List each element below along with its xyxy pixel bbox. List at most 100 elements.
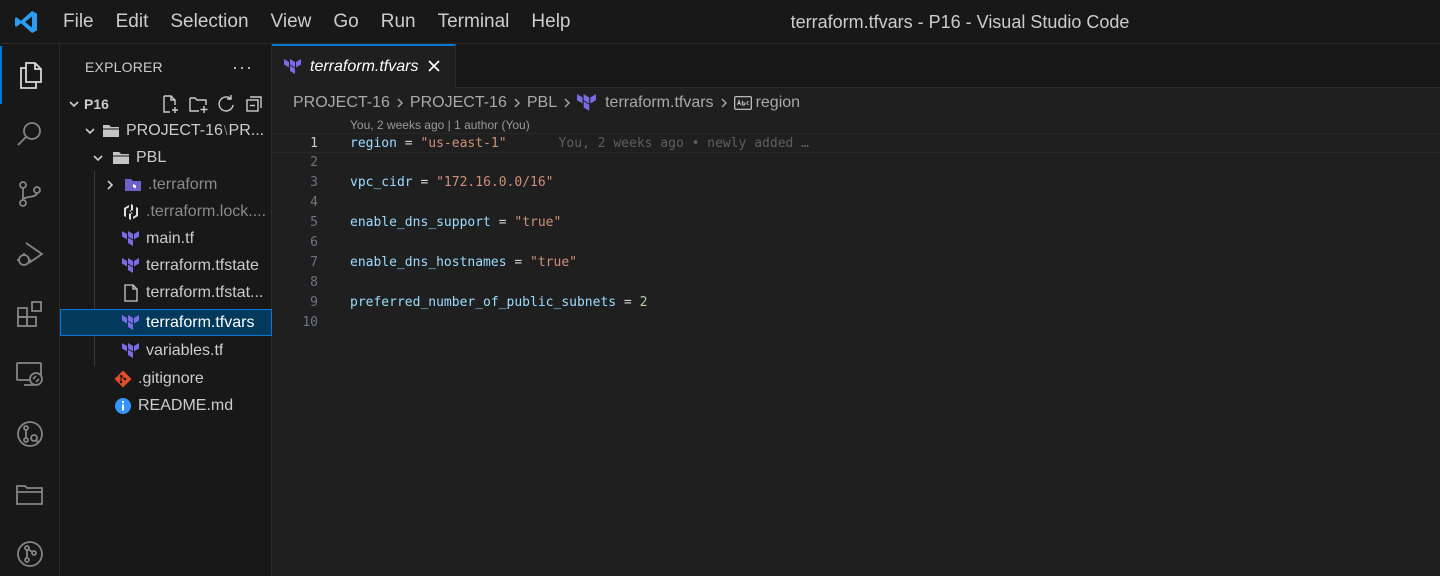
code-content: enable_dns_support = "true" <box>350 215 562 230</box>
file-label: .terraform <box>148 175 218 193</box>
breadcrumb-item[interactable]: PROJECT-16 <box>410 94 507 112</box>
breadcrumb-item[interactable]: PBL <box>527 94 557 112</box>
extensions-icon[interactable] <box>0 285 60 343</box>
file-label: .terraform.lock.... <box>146 202 267 220</box>
new-file-icon[interactable] <box>160 94 180 114</box>
explorer-header: EXPLORER ··· <box>60 44 271 90</box>
code-line[interactable]: 7 enable_dns_hostnames = "true" <box>272 253 1440 273</box>
file-variables-tf[interactable]: variables.tf <box>60 337 272 364</box>
file-label: terraform.tfstate <box>146 256 259 274</box>
terraform-icon <box>284 58 302 76</box>
line-number: 7 <box>310 255 318 270</box>
tab-bar: terraform.tfvars <box>272 44 1440 88</box>
folder-project-16[interactable]: PROJECT-16\PR... <box>60 117 272 144</box>
menu-run[interactable]: Run <box>370 0 427 44</box>
menu-view[interactable]: View <box>260 0 323 44</box>
folder-pbl[interactable]: PBL <box>60 144 272 171</box>
file-label: .gitignore <box>138 369 204 387</box>
more-actions-icon[interactable]: ··· <box>232 57 253 78</box>
code-line[interactable]: 3 vpc_cidr = "172.16.0.0/16" <box>272 173 1440 193</box>
root-folder-label: P16 <box>84 95 109 112</box>
code-content: enable_dns_hostnames = "true" <box>350 255 577 270</box>
chevron-down-icon <box>90 150 106 166</box>
chevron-down-icon <box>66 96 82 112</box>
explorer-title: EXPLORER <box>85 59 163 75</box>
file-terraform-lock[interactable]: .terraform.lock.... <box>60 198 272 225</box>
breadcrumb-file[interactable]: terraform.tfvars <box>577 93 714 113</box>
breadcrumb-symbol[interactable]: region <box>733 94 801 112</box>
line-number: 9 <box>310 295 318 310</box>
string-symbol-icon <box>733 96 752 110</box>
breadcrumb-symbol-label: region <box>755 94 801 111</box>
info-icon <box>114 397 132 415</box>
code-line[interactable]: 2 <box>272 153 1440 173</box>
git-graph-icon[interactable] <box>0 525 60 576</box>
title-bar: File Edit Selection View Go Run Terminal… <box>0 0 1440 44</box>
file-label: terraform.tfvars <box>146 313 255 331</box>
project-folder-label: PROJECT-16\PR... <box>126 121 265 139</box>
line-number: 2 <box>310 155 318 170</box>
line-number: 4 <box>310 195 318 210</box>
chevron-right-icon <box>102 177 118 193</box>
source-control-icon[interactable] <box>0 165 60 223</box>
terraform-icon <box>577 94 596 111</box>
file-icon <box>122 283 140 302</box>
breadcrumb-item[interactable]: PROJECT-16 <box>293 94 390 112</box>
file-main-tf[interactable]: main.tf <box>60 225 272 252</box>
code-content: vpc_cidr = "172.16.0.0/16" <box>350 175 554 190</box>
close-icon[interactable] <box>425 57 443 75</box>
explorer-icon[interactable] <box>0 46 60 104</box>
code-content: preferred_number_of_public_subnets = 2 <box>350 295 648 310</box>
remote-explorer-icon[interactable] <box>0 345 60 403</box>
chevron-down-icon <box>82 123 98 139</box>
folder-p16[interactable]: P16 <box>60 90 272 117</box>
line-number: 3 <box>310 175 318 190</box>
hashicorp-icon <box>122 203 140 221</box>
menu-help[interactable]: Help <box>520 0 581 44</box>
menu-go[interactable]: Go <box>322 0 369 44</box>
code-line[interactable]: 4 <box>272 193 1440 213</box>
code-line[interactable]: 6 <box>272 233 1440 253</box>
code-line[interactable]: 8 <box>272 273 1440 293</box>
run-debug-icon[interactable] <box>0 225 60 283</box>
explorer-sidebar: EXPLORER ··· P16 PROJECT-16\PR... PBL .t… <box>60 44 272 576</box>
line-number: 6 <box>310 235 318 250</box>
code-line[interactable]: 9 preferred_number_of_public_subnets = 2 <box>272 293 1440 313</box>
file-terraform-tfvars[interactable]: terraform.tfvars <box>60 309 272 336</box>
blame-header[interactable]: You, 2 weeks ago | 1 author (You) <box>350 118 530 132</box>
window-title: terraform.tfvars - P16 - Visual Studio C… <box>790 12 1130 32</box>
file-gitignore[interactable]: .gitignore <box>60 365 272 392</box>
chevron-right-icon <box>718 97 730 109</box>
file-terraform-tfstate[interactable]: terraform.tfstate <box>60 252 272 279</box>
code-line[interactable]: 5 enable_dns_support = "true" <box>272 213 1440 233</box>
folder-terraform[interactable]: .terraform <box>60 171 272 198</box>
new-folder-icon[interactable] <box>188 94 208 114</box>
git-icon <box>114 370 132 388</box>
gitlens-icon[interactable] <box>0 405 60 463</box>
menu-file[interactable]: File <box>52 0 105 44</box>
file-label: README.md <box>138 396 234 414</box>
inline-blame: You, 2 weeks ago • newly added … <box>558 136 809 151</box>
activity-bar <box>0 44 60 576</box>
menu-selection[interactable]: Selection <box>159 0 259 44</box>
line-number: 10 <box>302 315 318 330</box>
search-icon[interactable] <box>0 105 60 163</box>
explorer-actions <box>160 94 264 114</box>
tab-terraform-tfvars[interactable]: terraform.tfvars <box>272 44 456 88</box>
editor-area: terraform.tfvars PROJECT-16 PROJECT-16 P… <box>272 44 1440 576</box>
terraform-icon <box>122 314 140 332</box>
menu-edit[interactable]: Edit <box>105 0 160 44</box>
code-line[interactable]: 10 <box>272 313 1440 333</box>
file-terraform-tfstate-backup[interactable]: terraform.tfstat... <box>60 279 272 306</box>
folders-icon[interactable] <box>0 465 60 523</box>
collapse-all-icon[interactable] <box>244 94 264 114</box>
menu-terminal[interactable]: Terminal <box>427 0 521 44</box>
code-line[interactable]: 1 region = "us-east-1" You, 2 weeks ago •… <box>272 133 1440 153</box>
file-label: main.tf <box>146 229 195 247</box>
terraform-folder-icon <box>124 176 142 194</box>
refresh-icon[interactable] <box>216 94 236 114</box>
breadcrumb-file-label: terraform.tfvars <box>605 94 714 111</box>
line-number: 1 <box>310 136 318 151</box>
terraform-icon <box>122 230 140 248</box>
file-readme[interactable]: README.md <box>60 392 272 419</box>
